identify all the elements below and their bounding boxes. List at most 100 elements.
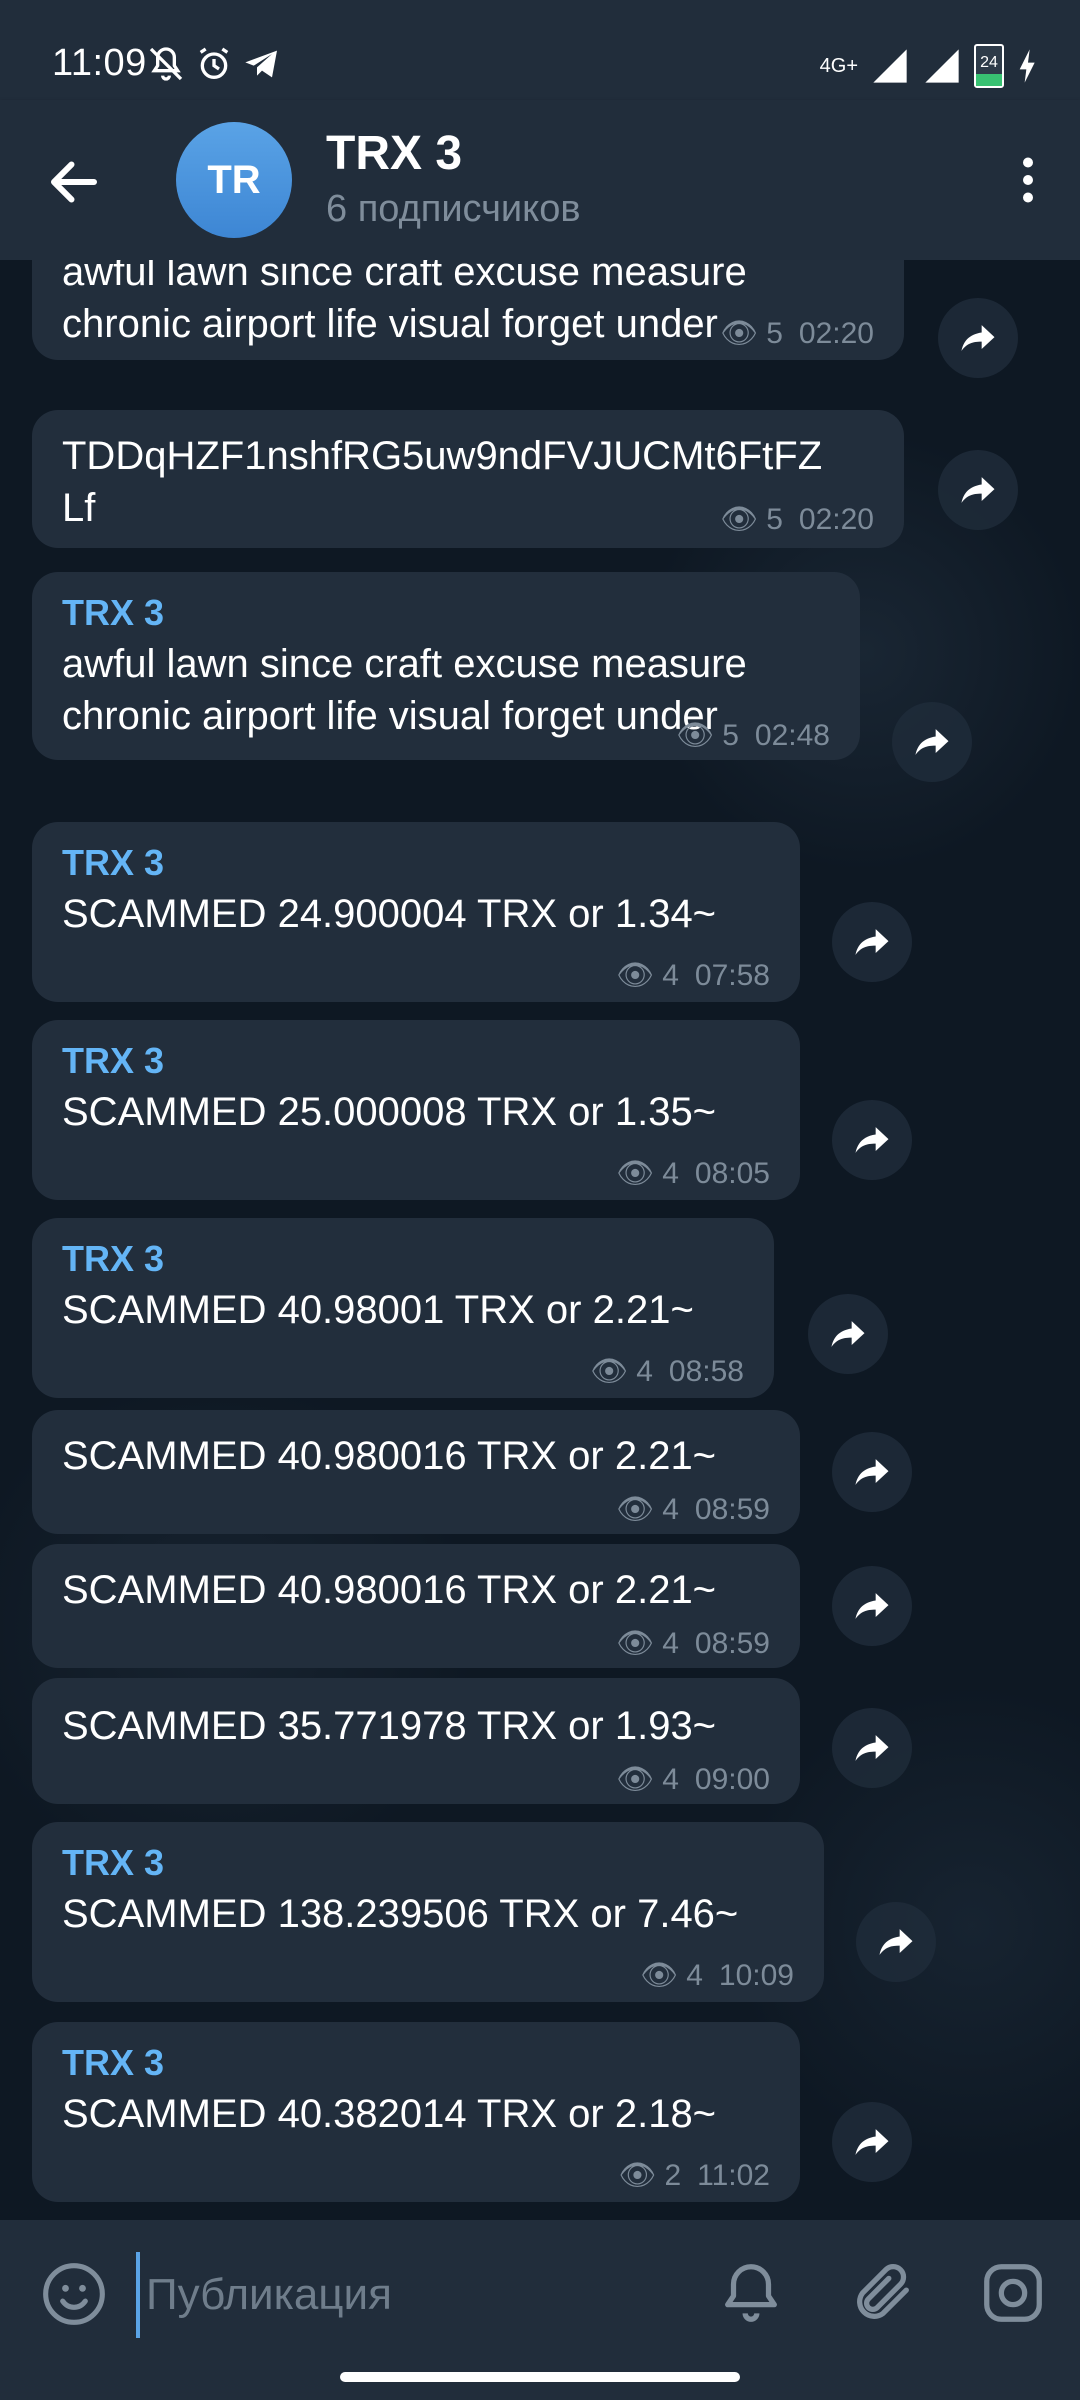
paperclip-icon <box>857 2264 909 2319</box>
view-count: 4 <box>662 958 679 992</box>
share-icon <box>961 477 995 503</box>
more-vertical-icon <box>1023 157 1033 203</box>
view-count: 2 <box>664 2158 682 2192</box>
message-bubble[interactable]: awful lawn since craft excuse measure ch… <box>32 260 904 360</box>
share-icon <box>855 1127 889 1153</box>
status-icons-right: 4G+ 24 <box>820 44 1040 88</box>
message-time: 08:59 <box>694 1492 770 1526</box>
message-bubble[interactable]: SCAMMED 35.771978 TRX or 1.93~ 👁 4 09:00 <box>32 1678 800 1804</box>
share-button[interactable] <box>808 1294 888 1374</box>
sender-name[interactable]: TRX 3 <box>62 592 164 634</box>
view-count: 4 <box>636 1354 653 1388</box>
sender-name[interactable]: TRX 3 <box>62 1238 164 1280</box>
share-button[interactable] <box>938 450 1018 530</box>
charging-icon <box>1019 49 1035 83</box>
message-text: SCAMMED 25.000008 TRX or 1.35~ <box>62 1090 717 1134</box>
share-button[interactable] <box>892 702 972 782</box>
eye-icon: 👁 <box>616 959 655 992</box>
share-button[interactable] <box>938 298 1018 378</box>
sender-name[interactable]: TRX 3 <box>62 1842 164 1884</box>
view-count: 4 <box>686 1958 703 1992</box>
message-time: 08:59 <box>694 1626 770 1660</box>
message-bubble[interactable]: TRX 3 SCAMMED 138.239506 TRX or 7.46~ 👁 … <box>32 1822 824 2002</box>
message-bubble[interactable]: TRX 3 SCAMMED 24.900004 TRX or 1.34~ 👁 4… <box>32 822 800 1002</box>
channel-avatar[interactable]: TR <box>176 122 292 238</box>
message-meta: 👁 4 08:58 <box>590 1354 744 1389</box>
sender-name[interactable]: TRX 3 <box>62 2042 164 2084</box>
eye-icon: 👁 <box>616 1493 655 1526</box>
share-icon <box>855 2129 889 2155</box>
share-icon <box>855 1459 889 1485</box>
share-button[interactable] <box>832 1100 912 1180</box>
view-count: 5 <box>766 502 783 536</box>
message-text: SCAMMED 24.900004 TRX or 1.34~ <box>62 892 717 936</box>
home-indicator[interactable] <box>340 2372 740 2382</box>
share-button[interactable] <box>832 1708 912 1788</box>
channel-subscribers: 6 подписчиков <box>326 188 581 230</box>
video-message-button[interactable] <box>978 2258 1048 2328</box>
message-bubble[interactable]: TRX 3 SCAMMED 40.382014 TRX or 2.18~ 👁 2… <box>32 2022 800 2202</box>
message-input[interactable] <box>136 2252 688 2338</box>
share-button[interactable] <box>832 902 912 982</box>
share-icon <box>855 1593 889 1619</box>
sender-name[interactable]: TRX 3 <box>62 1040 164 1082</box>
emoji-button[interactable] <box>40 2260 108 2328</box>
message-meta: 👁 5 02:20 <box>720 316 874 351</box>
back-button[interactable] <box>44 152 104 212</box>
message-text: awful lawn since craft excuse measure ch… <box>62 260 747 346</box>
message-bubble[interactable]: TDDqHZF1nshfRG5uw9ndFVJUCMt6FtFZ Lf 👁 5 … <box>32 410 904 548</box>
message-meta: 👁 4 08:59 <box>616 1492 770 1527</box>
message-text: TDDqHZF1nshfRG5uw9ndFVJUCMt6FtFZ Lf <box>62 434 823 530</box>
emoji-icon <box>43 2263 105 2325</box>
view-count: 4 <box>662 1762 679 1796</box>
message-meta: 👁 4 08:59 <box>616 1626 770 1661</box>
message-time: 09:00 <box>694 1762 770 1796</box>
telegram-icon <box>245 50 277 78</box>
view-count: 5 <box>722 718 739 752</box>
message-bubble[interactable]: SCAMMED 40.980016 TRX or 2.21~ 👁 4 08:59 <box>32 1544 800 1668</box>
message-text: awful lawn since craft excuse measure ch… <box>62 642 747 738</box>
message-meta: 👁 2 11:02 <box>618 2158 770 2193</box>
message-time: 02:20 <box>798 502 874 536</box>
message-time: 08:05 <box>694 1156 770 1190</box>
eye-icon: 👁 <box>618 2159 657 2192</box>
battery-icon: 24 <box>974 44 1004 88</box>
message-list[interactable]: awful lawn since craft excuse measure ch… <box>0 260 1080 2220</box>
signal-icon <box>873 49 907 83</box>
message-text: SCAMMED 40.980016 TRX or 2.21~ <box>62 1434 717 1478</box>
message-meta: 👁 4 07:58 <box>616 958 770 993</box>
camera-icon <box>984 2264 1042 2322</box>
share-icon <box>831 1321 865 1347</box>
message-time: 10:09 <box>718 1958 794 1992</box>
message-bubble[interactable]: TRX 3 SCAMMED 40.98001 TRX or 2.21~ 👁 4 … <box>32 1218 774 1398</box>
share-button[interactable] <box>832 2102 912 2182</box>
message-meta: 👁 4 08:05 <box>616 1156 770 1191</box>
bell-icon <box>725 2264 777 2322</box>
message-text: SCAMMED 40.382014 TRX or 2.18~ <box>62 2092 717 2136</box>
share-icon <box>961 325 995 351</box>
message-text: SCAMMED 40.980016 TRX or 2.21~ <box>62 1568 717 1612</box>
message-meta: 👁 5 02:20 <box>720 502 874 537</box>
view-count: 4 <box>662 1626 679 1660</box>
view-count: 4 <box>662 1492 679 1526</box>
share-button[interactable] <box>856 1902 936 1982</box>
sender-name[interactable]: TRX 3 <box>62 842 164 884</box>
attach-button[interactable] <box>848 2258 918 2328</box>
share-icon <box>855 929 889 955</box>
message-bubble[interactable]: TRX 3 awful lawn since craft excuse meas… <box>32 572 860 760</box>
more-menu-button[interactable] <box>998 150 1058 210</box>
eye-icon: 👁 <box>616 1157 655 1190</box>
share-button[interactable] <box>832 1566 912 1646</box>
message-bubble[interactable]: TRX 3 SCAMMED 25.000008 TRX or 1.35~ 👁 4… <box>32 1020 800 1200</box>
silent-broadcast-button[interactable] <box>716 2258 786 2328</box>
message-bubble[interactable]: SCAMMED 40.980016 TRX or 2.21~ 👁 4 08:59 <box>32 1410 800 1534</box>
message-text: SCAMMED 35.771978 TRX or 1.93~ <box>62 1704 717 1748</box>
eye-icon: 👁 <box>640 1959 679 1992</box>
message-time: 11:02 <box>697 2158 770 2192</box>
telegram-channel-screen: 11:09 4G+ 24 TR TRX 3 6 подписчиков awfu… <box>0 0 1080 2400</box>
share-button[interactable] <box>832 1432 912 1512</box>
message-meta: 👁 5 02:48 <box>676 718 830 753</box>
network-type: 4G+ <box>819 54 858 77</box>
channel-title[interactable]: TRX 3 <box>326 126 462 181</box>
eye-icon: 👁 <box>720 317 759 350</box>
